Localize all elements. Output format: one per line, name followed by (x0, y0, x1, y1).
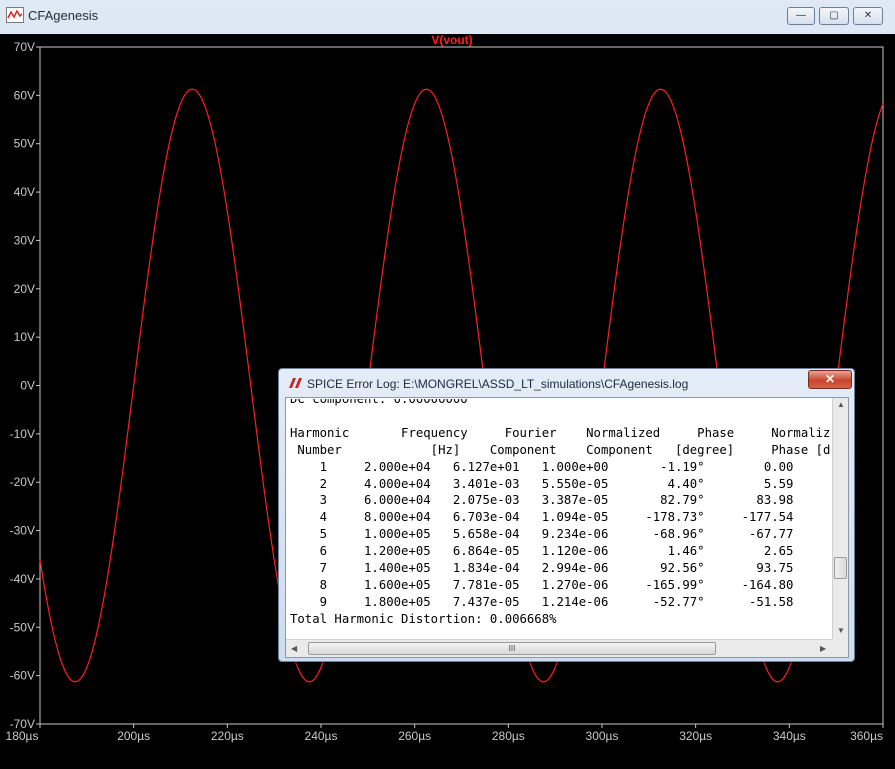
vertical-scrollbar[interactable]: ▲ ▼ (832, 398, 848, 640)
maximize-button[interactable]: ▢ (819, 7, 849, 25)
y-tick-label: -50V (10, 620, 35, 634)
x-tick-label: 360µs (850, 729, 883, 743)
trace-title[interactable]: V(vout) (431, 34, 472, 47)
x-tick-label: 340µs (773, 729, 806, 743)
minimize-button[interactable]: — (787, 7, 815, 25)
y-tick-label: 50V (14, 137, 35, 151)
x-tick-label: 260µs (398, 729, 431, 743)
ltspice-logo-icon (289, 378, 302, 388)
horizontal-scroll-thumb[interactable]: III (308, 642, 716, 655)
y-tick-label: -60V (10, 669, 35, 683)
y-tick-label: -20V (10, 475, 35, 489)
scroll-left-icon[interactable]: ◀ (291, 644, 297, 653)
scrollbar-corner (832, 639, 848, 657)
vertical-scroll-thumb[interactable] (834, 557, 847, 579)
log-content: DC component: 0.00000000 Harmonic Freque… (287, 399, 833, 637)
log-window-title: SPICE Error Log: E:\MONGREL\ASSD_LT_simu… (307, 377, 689, 391)
y-tick-label: 30V (14, 233, 35, 247)
spice-error-log-window[interactable]: SPICE Error Log: E:\MONGREL\ASSD_LT_simu… (278, 368, 855, 662)
horizontal-scrollbar[interactable]: ◀ III ▶ (286, 639, 832, 657)
app-window: CFAgenesis — ▢ ✕ V(vout) 70V 60V 50V 40V 30V… (0, 0, 895, 769)
y-tick-label: 70V (14, 40, 35, 54)
y-tick-label: -40V (10, 572, 35, 586)
scroll-right-icon[interactable]: ▶ (820, 644, 826, 653)
y-tick-label: 0V (20, 379, 35, 393)
x-tick-label: 180µs (6, 729, 39, 743)
y-tick-label: -10V (10, 427, 35, 441)
log-text-area[interactable]: DC component: 0.00000000 Harmonic Freque… (285, 397, 849, 658)
y-tick-label: -30V (10, 524, 35, 538)
scroll-down-icon[interactable]: ▼ (837, 626, 845, 635)
scroll-up-icon[interactable]: ▲ (837, 400, 845, 409)
log-close-button[interactable]: ✕ (808, 370, 852, 389)
fourier-table: DC component: 0.00000000 Harmonic Freque… (290, 399, 831, 626)
x-tick-label: 200µs (117, 729, 150, 743)
x-tick-label: 240µs (305, 729, 338, 743)
y-tick-label: 60V (14, 88, 35, 102)
x-tick-label: 220µs (211, 729, 244, 743)
y-tick-label: 40V (14, 185, 35, 199)
x-tick-label: 300µs (586, 729, 619, 743)
close-button[interactable]: ✕ (853, 7, 883, 25)
log-title-bar[interactable]: SPICE Error Log: E:\MONGREL\ASSD_LT_simu… (279, 369, 854, 397)
x-tick-label: 320µs (679, 729, 712, 743)
waveform-app-icon (6, 7, 24, 23)
y-tick-label: 20V (14, 282, 35, 296)
x-tick-label: 280µs (492, 729, 525, 743)
y-tick-label: 10V (14, 330, 35, 344)
title-bar[interactable]: CFAgenesis — ▢ ✕ (0, 0, 895, 34)
window-title: CFAgenesis (28, 8, 99, 23)
